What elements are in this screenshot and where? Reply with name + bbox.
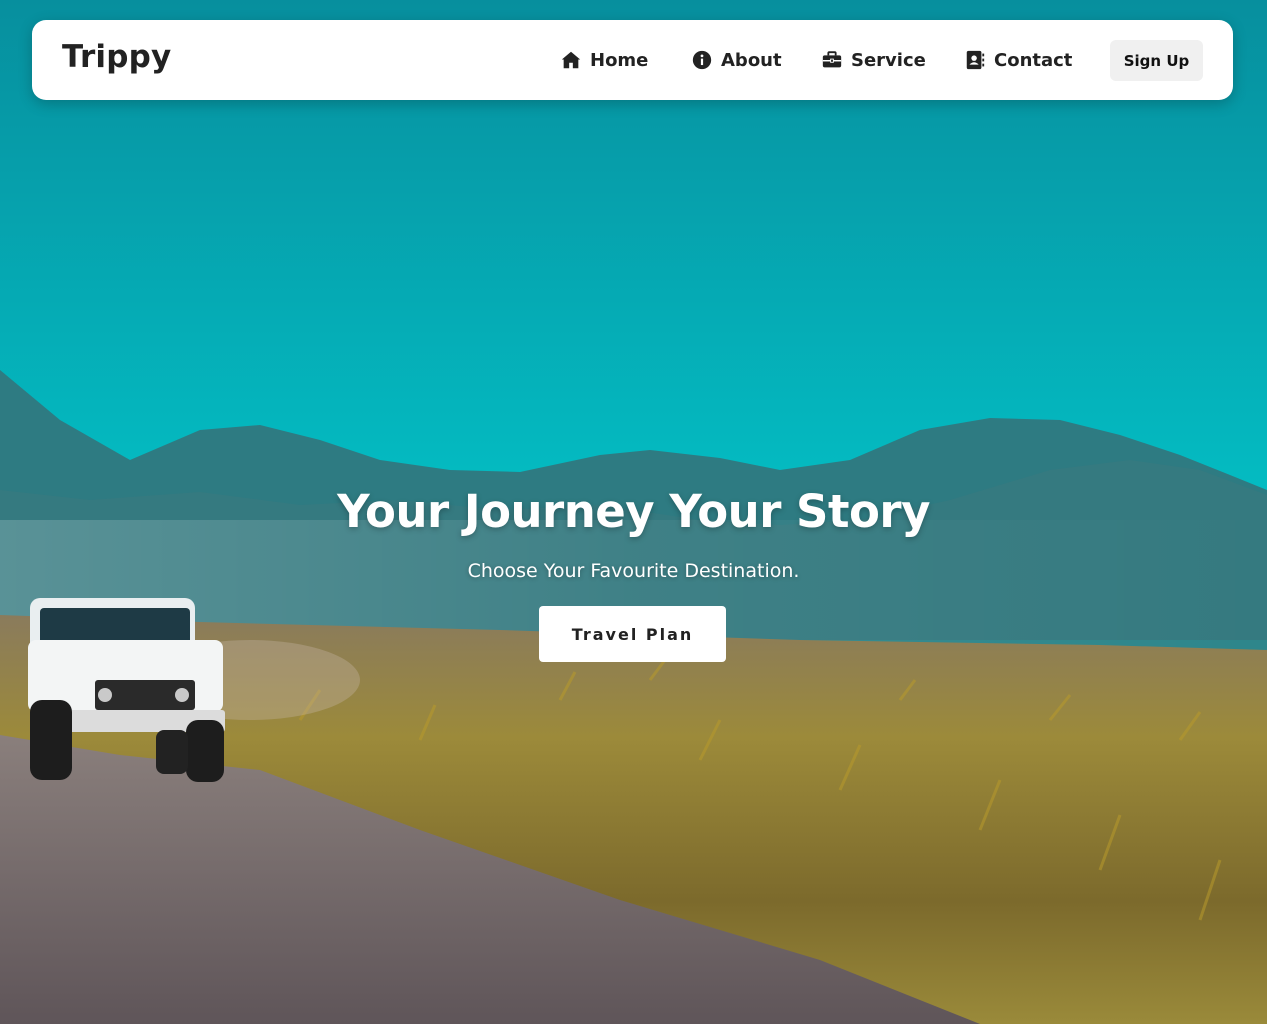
nav-item-about[interactable]: About (691, 46, 782, 74)
nav-links: Home About Service Contact Sign Up (32, 20, 1233, 100)
info-icon (691, 49, 713, 71)
briefcase-icon (821, 49, 843, 71)
travel-plan-button[interactable]: Travel Plan (539, 606, 726, 662)
contact-book-icon (964, 49, 986, 71)
hero-title: Your Journey Your Story (337, 485, 930, 538)
hero-subtitle: Choose Your Favourite Destination. (467, 560, 800, 582)
home-icon (560, 49, 582, 71)
nav-item-label: Contact (994, 49, 1073, 71)
nav-item-label: Service (851, 49, 926, 71)
hero-content: Your Journey Your Story Choose Your Favo… (0, 485, 1267, 662)
nav-item-label: About (721, 49, 782, 71)
top-navbar: Trippy Home About Service Contact Sign U… (32, 20, 1233, 100)
sign-up-button[interactable]: Sign Up (1110, 40, 1203, 81)
nav-item-home[interactable]: Home (560, 46, 648, 74)
nav-item-contact[interactable]: Contact (964, 46, 1072, 74)
nav-item-service[interactable]: Service (821, 46, 926, 74)
nav-item-label: Home (590, 49, 649, 71)
